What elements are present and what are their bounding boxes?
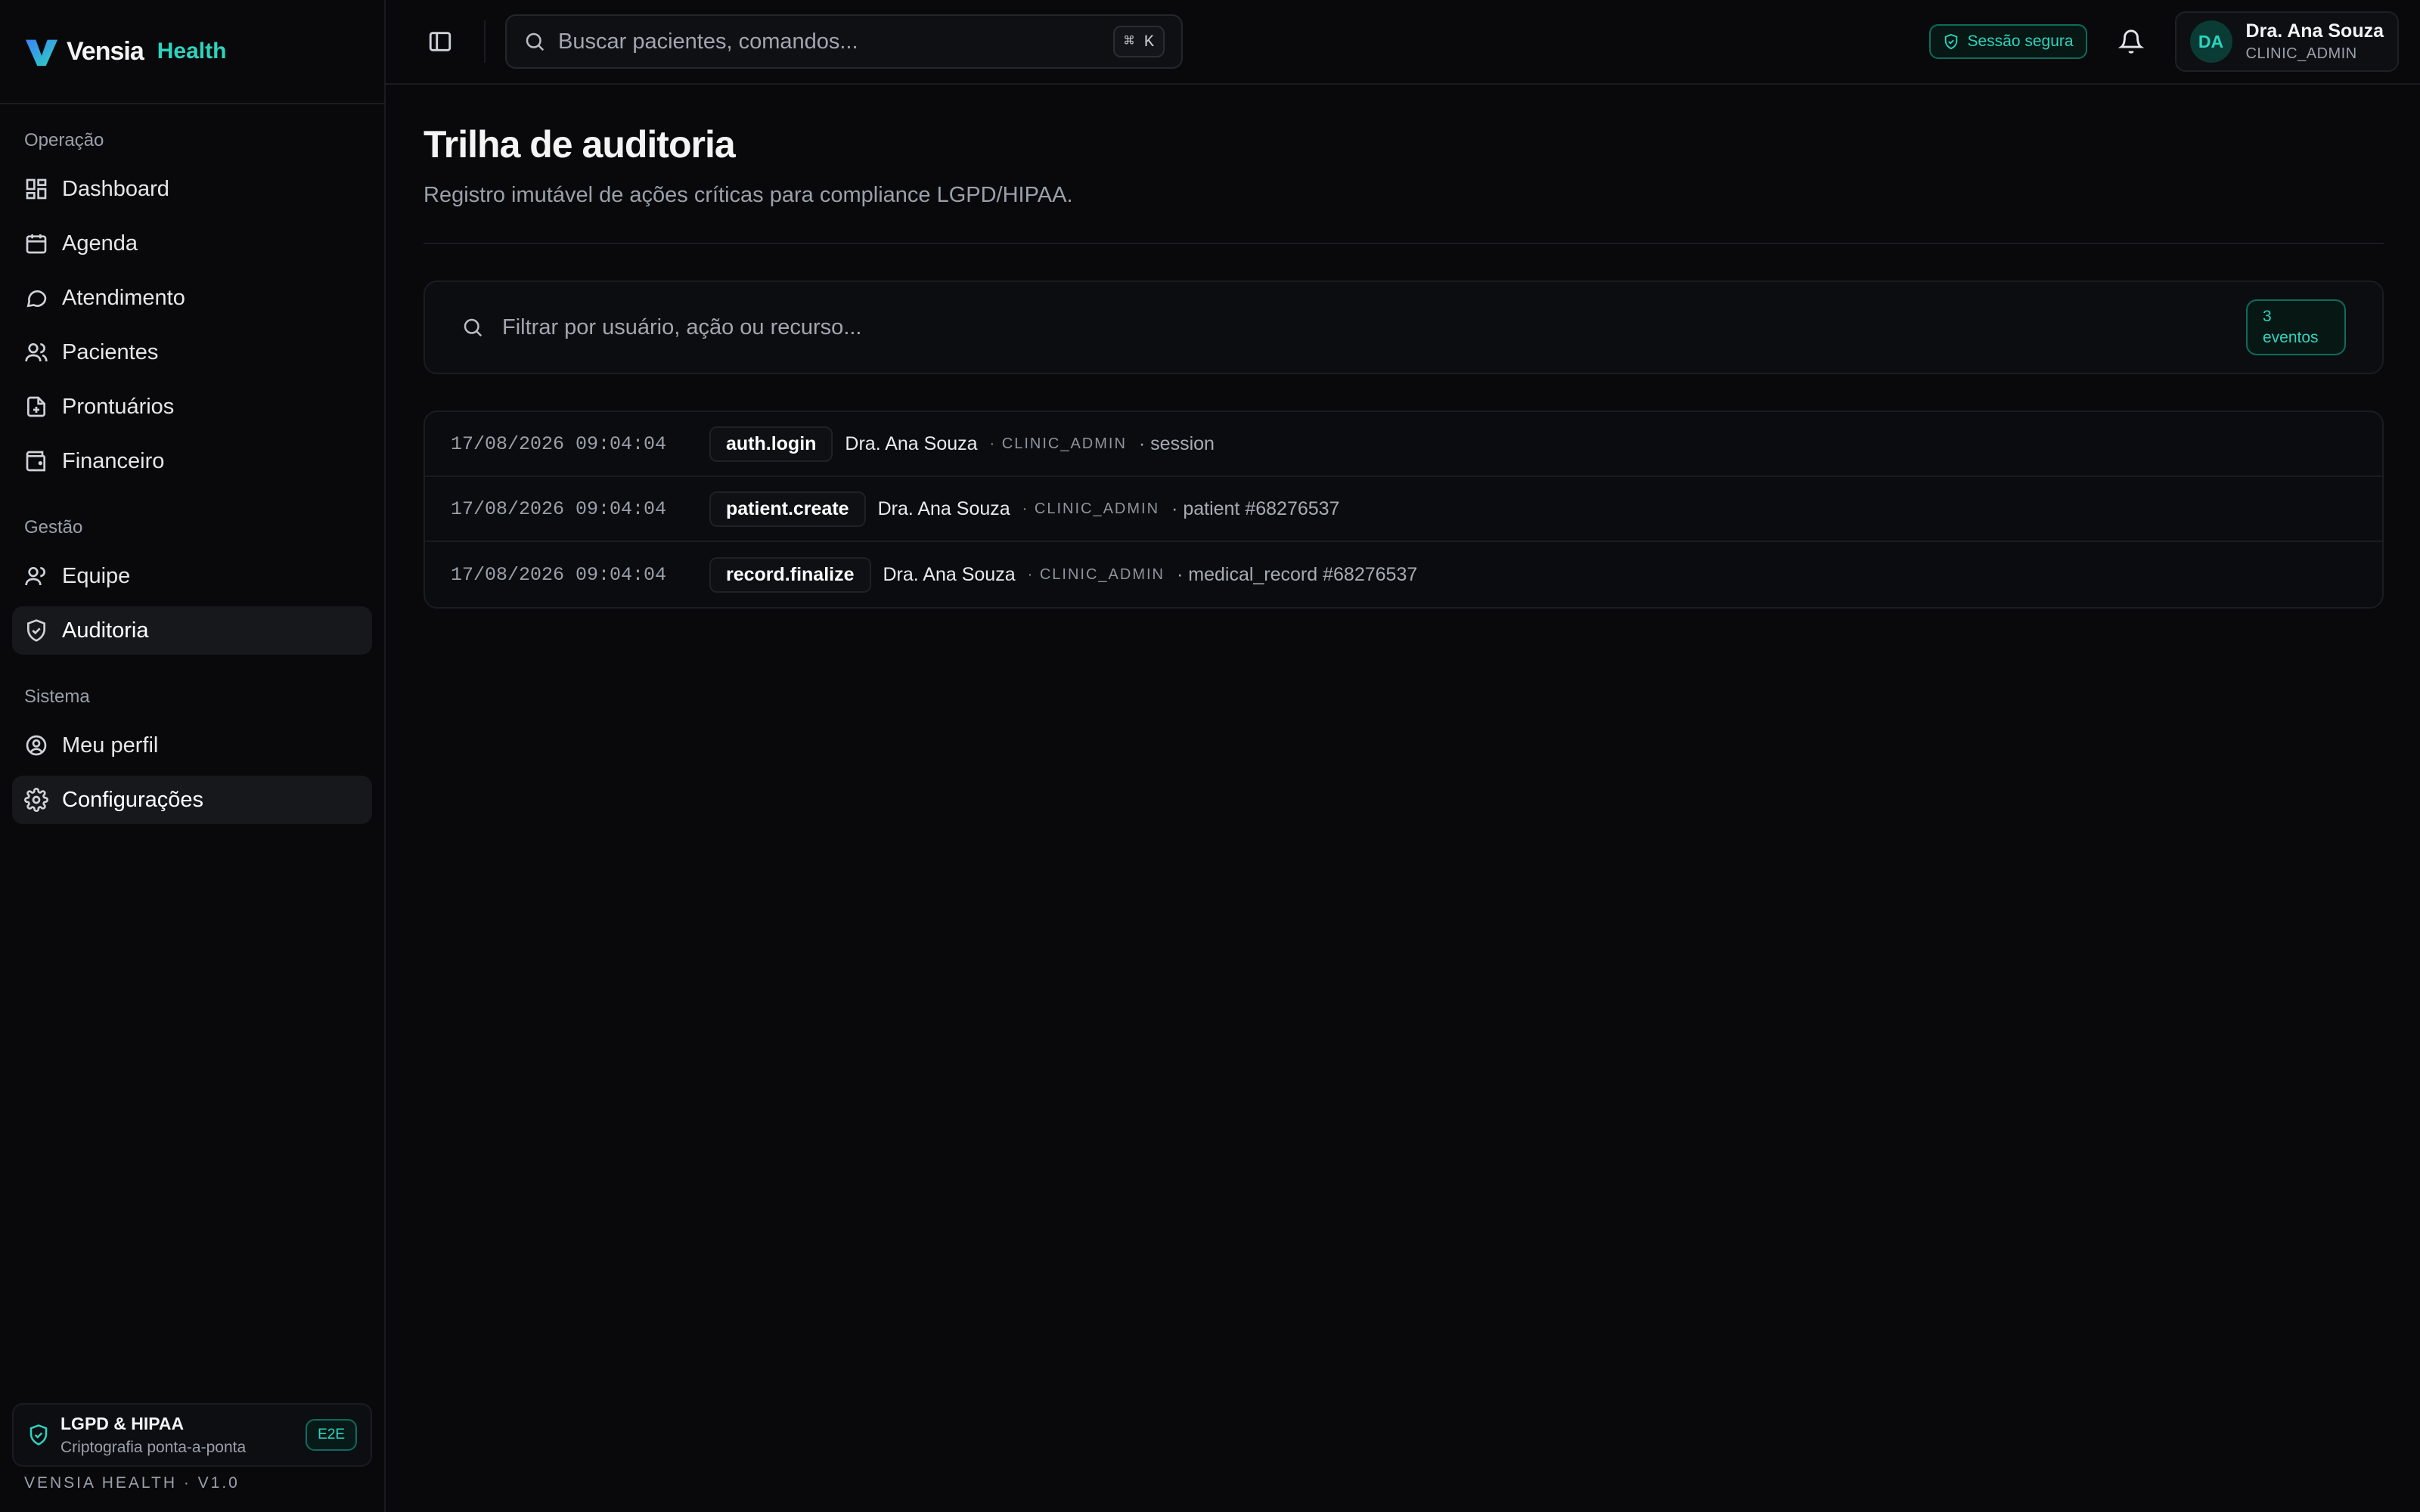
sidebar: Vensia Health Operação Dashboard Agenda …	[0, 0, 386, 1512]
event-action-tag: auth.login	[709, 426, 833, 462]
section-title: Operação	[24, 130, 104, 150]
event-timestamp: 17/08/2026 09:04:04	[451, 432, 667, 455]
user-circle-icon	[26, 735, 47, 756]
e2e-badge: E2E	[306, 1419, 357, 1451]
sidebar-item-label: Equipe	[62, 563, 131, 588]
sidebar-item-dashboard[interactable]: Dashboard	[12, 165, 372, 213]
wallet-icon	[26, 451, 45, 472]
event-resource: · medical_record #68276537	[1176, 563, 1418, 585]
calendar-icon	[26, 234, 47, 254]
divider	[424, 243, 2384, 244]
event-resource: · patient #68276537	[1171, 497, 1340, 519]
event-user: Dra. Ana Souza	[883, 563, 1016, 585]
shield-check-icon	[27, 619, 45, 642]
audit-log-row[interactable]: 17/08/2026 09:04:04 auth.login Dra. Ana …	[425, 412, 2382, 477]
event-action-tag: patient.create	[709, 491, 866, 527]
sidebar-item-atendimento[interactable]: Atendimento	[12, 274, 372, 322]
app-version: VENSIA HEALTH · V1.0	[24, 1474, 240, 1492]
vensia-logo-icon	[25, 39, 58, 67]
nav-section-operacao: Operação Dashboard Agenda Atendimento Pa…	[0, 104, 384, 485]
event-count-badge: 3 eventos	[2246, 299, 2346, 355]
app-shell: Vensia Health Operação Dashboard Agenda …	[0, 0, 2420, 1512]
user-role: CLINIC_ADMIN	[2245, 45, 2357, 62]
sidebar-toggle-icon	[429, 32, 451, 51]
page-title: Trilha de auditoria	[424, 123, 736, 166]
user-menu[interactable]: DA Dra. Ana Souza CLINIC_ADMIN	[2174, 11, 2399, 72]
sidebar-item-label: Auditoria	[62, 618, 149, 643]
search-placeholder: Buscar pacientes, comandos...	[558, 29, 858, 54]
event-role: · CLINIC_ADMIN	[989, 435, 1127, 452]
page-subtitle: Registro imutável de ações críticas para…	[424, 183, 1073, 207]
user-info: Dra. Ana Souza CLINIC_ADMIN	[2246, 20, 2384, 63]
secure-session-badge: Sessão segura	[1929, 24, 2087, 59]
sidebar-item-label: Dashboard	[62, 176, 169, 201]
section-title: Gestão	[24, 517, 83, 538]
page-content: Trilha de auditoria Registro imutável de…	[386, 85, 2420, 609]
nav-section-gestao: Gestão Equipe Auditoria	[0, 491, 384, 655]
users-icon	[25, 343, 48, 362]
divider	[484, 20, 486, 63]
global-search-input[interactable]: Buscar pacientes, comandos... ⌘ K	[505, 14, 1183, 69]
avatar: DA	[2189, 20, 2232, 63]
keyboard-shortcut: ⌘ K	[1113, 26, 1165, 57]
file-medical-icon	[27, 396, 45, 417]
sidebar-item-equipe[interactable]: Equipe	[12, 552, 372, 600]
sidebar-item-label: Atendimento	[62, 285, 185, 310]
event-user: Dra. Ana Souza	[877, 497, 1010, 519]
sidebar-item-label: Financeiro	[62, 448, 165, 473]
audit-log-row[interactable]: 17/08/2026 09:04:04 patient.create Dra. …	[425, 477, 2382, 542]
search-icon	[526, 33, 544, 51]
audit-log-row[interactable]: 17/08/2026 09:04:04 record.finalize Dra.…	[425, 542, 2382, 607]
sidebar-item-auditoria[interactable]: Auditoria	[12, 606, 372, 655]
sidebar-item-meu-perfil[interactable]: Meu perfil	[12, 721, 372, 770]
user-name: Dra. Ana Souza	[2245, 20, 2384, 42]
notifications-button[interactable]	[2107, 17, 2155, 66]
secure-session-label: Sessão segura	[1967, 33, 2074, 50]
bell-icon	[2118, 29, 2144, 54]
audit-filter-input[interactable]: Filtrar por usuário, ação ou recurso... …	[424, 280, 2384, 374]
main-area: Buscar pacientes, comandos... ⌘ K Sessão…	[386, 0, 2420, 1512]
topbar: Buscar pacientes, comandos... ⌘ K Sessão…	[386, 0, 2420, 85]
event-user: Dra. Ana Souza	[845, 432, 978, 454]
brand-name: Vensia	[67, 36, 144, 66]
sidebar-item-label: Meu perfil	[62, 733, 159, 758]
sidebar-item-label: Prontuários	[62, 394, 175, 419]
dashboard-icon	[26, 178, 47, 200]
event-timestamp: 17/08/2026 09:04:04	[451, 497, 667, 520]
brand-logo[interactable]: Vensia Health	[0, 0, 384, 104]
sidebar-item-agenda[interactable]: Agenda	[12, 219, 372, 268]
sidebar-item-label: Pacientes	[62, 339, 159, 364]
audit-log-list: 17/08/2026 09:04:04 auth.login Dra. Ana …	[424, 411, 2384, 609]
toggle-sidebar-button[interactable]	[416, 17, 464, 66]
sidebar-item-label: Agenda	[62, 231, 138, 256]
event-role: · CLINIC_ADMIN	[1022, 500, 1160, 517]
event-count-label: eventos	[2263, 329, 2319, 346]
compliance-footer: LGPD & HIPAA Criptografia ponta-a-ponta …	[12, 1403, 372, 1467]
filter-placeholder: Filtrar por usuário, ação ou recurso...	[502, 314, 862, 339]
nav-section-sistema: Sistema Meu perfil Configurações	[0, 661, 384, 824]
search-icon	[464, 318, 482, 337]
section-title: Sistema	[24, 686, 90, 707]
team-icon	[25, 567, 45, 586]
compliance-card: LGPD & HIPAA Criptografia ponta-a-ponta …	[12, 1403, 372, 1467]
shield-check-icon	[29, 1424, 48, 1445]
sidebar-item-label: Configurações	[62, 787, 203, 812]
compliance-title: LGPD & HIPAA	[60, 1413, 185, 1433]
event-count-number: 3	[2263, 307, 2272, 325]
event-role: · CLINIC_ADMIN	[1027, 565, 1165, 583]
gear-icon	[24, 788, 48, 812]
sidebar-item-financeiro[interactable]: Financeiro	[12, 437, 372, 485]
sidebar-item-configuracoes[interactable]: Configurações	[12, 776, 372, 824]
compliance-text: LGPD & HIPAA Criptografia ponta-a-ponta	[60, 1414, 295, 1457]
event-action-tag: record.finalize	[709, 556, 871, 593]
sidebar-item-pacientes[interactable]: Pacientes	[12, 328, 372, 376]
compliance-subtitle: Criptografia ponta-a-ponta	[60, 1438, 247, 1456]
sidebar-item-prontuarios[interactable]: Prontuários	[12, 383, 372, 431]
event-resource: · session	[1138, 432, 1215, 454]
chat-bubble-icon	[26, 290, 47, 308]
event-timestamp: 17/08/2026 09:04:04	[451, 563, 667, 586]
brand-suffix: Health	[157, 39, 227, 64]
shield-check-icon	[1945, 33, 1958, 50]
